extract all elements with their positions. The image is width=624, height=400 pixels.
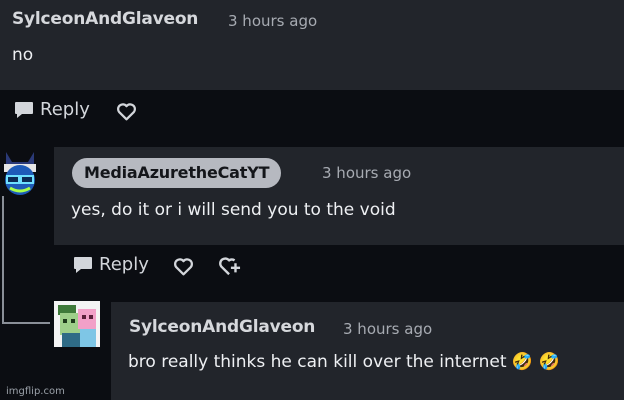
- comment-timestamp: 3 hours ago: [322, 164, 412, 182]
- reply-label: Reply: [99, 254, 149, 275]
- comment-text: bro really thinks he can kill over the i…: [128, 352, 560, 372]
- avatar[interactable]: [54, 301, 100, 351]
- comment-text: no: [12, 45, 34, 65]
- reply-button[interactable]: Reply: [14, 99, 90, 120]
- heart-icon[interactable]: [173, 257, 194, 276]
- comment-username[interactable]: SylceonAndGlaveon: [129, 317, 315, 337]
- comment-timestamp: 3 hours ago: [343, 320, 433, 338]
- thread-connector: [2, 322, 50, 324]
- speech-bubble-icon: [73, 256, 93, 274]
- heart-icon[interactable]: [116, 102, 137, 121]
- comment-username[interactable]: SylceonAndGlaveon: [12, 9, 198, 29]
- speech-bubble-icon: [14, 101, 34, 119]
- comment-timestamp: 3 hours ago: [228, 12, 318, 30]
- avatar[interactable]: [0, 150, 40, 200]
- reply-button[interactable]: Reply: [73, 254, 149, 275]
- thread-line: [2, 196, 4, 322]
- comment-text: yes, do it or i will send you to the voi…: [71, 200, 396, 220]
- comment-username[interactable]: MediaAzuretheCatYT: [72, 158, 282, 188]
- watermark: imgflip.com: [6, 386, 65, 397]
- reply-label: Reply: [40, 99, 90, 120]
- heart-plus-icon[interactable]: [218, 256, 242, 277]
